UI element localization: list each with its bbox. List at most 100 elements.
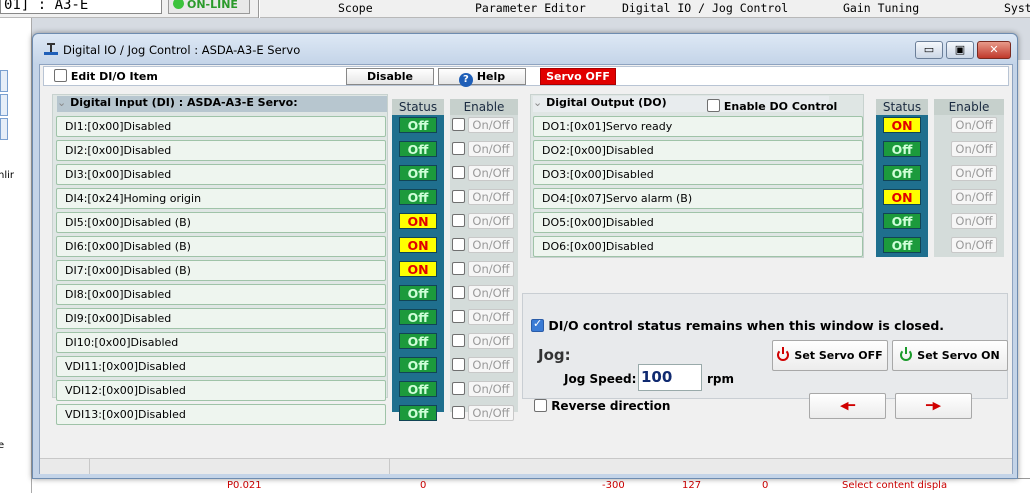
do-item-label: DO6:[0x00]Disabled xyxy=(533,236,863,257)
jog-forward-button[interactable]: ━▶ xyxy=(895,393,972,419)
tab-system[interactable]: Syst xyxy=(1004,1,1030,15)
di-status-led: Off xyxy=(399,189,437,205)
background-side-panel: nlir e xyxy=(0,18,32,493)
disable-button[interactable]: Disable xyxy=(346,68,434,85)
grid-cell: 127 xyxy=(682,480,702,491)
jog-reverse-button[interactable]: ◀━ xyxy=(809,393,886,419)
do-status-led: Off xyxy=(883,141,921,157)
di-status-header: Status xyxy=(392,99,444,115)
di-enable-toggle[interactable]: On/Off xyxy=(452,333,514,349)
collapse-icon[interactable]: ⌄ xyxy=(533,96,542,109)
di-item-label: DI3:[0x00]Disabled xyxy=(56,164,386,185)
checkbox-icon[interactable] xyxy=(452,334,465,347)
enable-do-control-checkbox[interactable]: Enable DO Control xyxy=(707,99,837,113)
on-off-button[interactable]: On/Off xyxy=(468,405,514,421)
do-status-led: Off xyxy=(883,213,921,229)
on-off-button[interactable]: On/Off xyxy=(951,213,997,229)
on-off-button[interactable]: On/Off xyxy=(468,165,514,181)
di-enable-toggle[interactable]: On/Off xyxy=(452,141,514,157)
di-enable-toggle[interactable]: On/Off xyxy=(452,285,514,301)
on-off-button[interactable]: On/Off xyxy=(468,285,514,301)
on-off-button[interactable]: On/Off xyxy=(468,141,514,157)
keep-status-checkbox[interactable]: DI/O control status remains when this wi… xyxy=(531,317,945,333)
di-item-label: DI5:[0x00]Disabled (B) xyxy=(56,212,386,233)
on-off-button[interactable]: On/Off xyxy=(468,237,514,253)
di-enable-toggle[interactable]: On/Off xyxy=(452,117,514,133)
do-enable-toggle[interactable]: On/Off xyxy=(948,189,997,205)
grid-cell: P0.021 xyxy=(227,480,262,491)
title-bar[interactable]: Digital IO / Jog Control : ASDA-A3-E Ser… xyxy=(33,34,1017,64)
di-item-label: DI9:[0x00]Disabled xyxy=(56,308,386,329)
collapse-icon[interactable]: ⌄ xyxy=(57,96,66,109)
checkbox-icon[interactable] xyxy=(452,382,465,395)
checkbox-icon[interactable] xyxy=(452,214,465,227)
di-enable-toggle[interactable]: On/Off xyxy=(452,405,514,421)
di-item-label: DI8:[0x00]Disabled xyxy=(56,284,386,305)
reverse-direction-checkbox[interactable]: Reverse direction xyxy=(534,399,670,413)
on-off-button[interactable]: On/Off xyxy=(468,213,514,229)
side-block xyxy=(0,94,8,116)
keep-status-label: DI/O control status remains when this wi… xyxy=(548,318,945,333)
set-servo-off-button[interactable]: Set Servo OFF xyxy=(772,340,888,371)
on-off-button[interactable]: On/Off xyxy=(951,237,997,253)
do-enable-toggle[interactable]: On/Off xyxy=(948,165,997,181)
di-enable-toggle[interactable]: On/Off xyxy=(452,165,514,181)
di-enable-toggle[interactable]: On/Off xyxy=(452,261,514,277)
checkbox-icon[interactable] xyxy=(452,238,465,251)
maximize-button[interactable]: ▣ xyxy=(946,41,974,59)
checkbox-icon[interactable] xyxy=(452,118,465,131)
di-item-label: DI7:[0x00]Disabled (B) xyxy=(56,260,386,281)
on-off-button[interactable]: On/Off xyxy=(951,117,997,133)
di-enable-toggle[interactable]: On/Off xyxy=(452,357,514,373)
do-enable-toggle[interactable]: On/Off xyxy=(948,237,997,253)
left-arrow-icon: ◀━ xyxy=(839,399,856,412)
di-enable-toggle[interactable]: On/Off xyxy=(452,381,514,397)
di-enable-toggle[interactable]: On/Off xyxy=(452,309,514,325)
di-status-led: Off xyxy=(399,357,437,373)
checkbox-icon xyxy=(707,99,720,112)
on-off-button[interactable]: On/Off xyxy=(468,261,514,277)
minimize-button[interactable]: ▭ xyxy=(915,41,943,59)
on-off-button[interactable]: On/Off xyxy=(951,189,997,205)
do-enable-toggle[interactable]: On/Off xyxy=(948,213,997,229)
di-status-led: ON xyxy=(399,213,437,229)
right-arrow-icon: ━▶ xyxy=(925,399,942,412)
do-enable-toggle[interactable]: On/Off xyxy=(948,141,997,157)
di-enable-toggle[interactable]: On/Off xyxy=(452,213,514,229)
checkbox-icon[interactable] xyxy=(452,310,465,323)
checkbox-icon xyxy=(531,317,544,332)
checkbox-icon[interactable] xyxy=(452,142,465,155)
tab-digital-io-jog[interactable]: Digital IO / Jog Control xyxy=(622,1,788,15)
checkbox-icon[interactable] xyxy=(452,166,465,179)
enable-do-control-label: Enable DO Control xyxy=(723,100,838,113)
checkbox-icon[interactable] xyxy=(452,190,465,203)
do-enable-toggle[interactable]: On/Off xyxy=(948,117,997,133)
on-off-button[interactable]: On/Off xyxy=(468,189,514,205)
close-button[interactable]: ✕ xyxy=(977,41,1011,59)
checkbox-icon[interactable] xyxy=(452,262,465,275)
jog-speed-input[interactable]: 100 xyxy=(638,364,702,391)
checkbox-icon[interactable] xyxy=(452,286,465,299)
on-off-button[interactable]: On/Off xyxy=(951,165,997,181)
set-servo-on-button[interactable]: Set Servo ON xyxy=(892,340,1008,371)
edit-dio-item-checkbox[interactable]: Edit DI/O Item xyxy=(54,69,158,83)
on-off-button[interactable]: On/Off xyxy=(468,309,514,325)
help-button[interactable]: ? Help xyxy=(438,68,526,87)
on-off-button[interactable]: On/Off xyxy=(468,357,514,373)
di-status-led: Off xyxy=(399,141,437,157)
tab-parameter-editor[interactable]: Parameter Editor xyxy=(475,1,586,15)
checkbox-icon[interactable] xyxy=(452,358,465,371)
on-off-button[interactable]: On/Off xyxy=(468,333,514,349)
on-off-button[interactable]: On/Off xyxy=(951,141,997,157)
do-enable-header: Enable xyxy=(934,99,1004,115)
checkbox-icon[interactable] xyxy=(452,406,465,419)
digital-io-jog-window: Digital IO / Jog Control : ASDA-A3-E Ser… xyxy=(32,33,1018,479)
help-label: Help xyxy=(476,70,506,83)
tab-gain-tuning[interactable]: Gain Tuning xyxy=(843,1,919,15)
di-enable-toggle[interactable]: On/Off xyxy=(452,189,514,205)
background-right-panel xyxy=(1017,60,1030,480)
on-off-button[interactable]: On/Off xyxy=(468,117,514,133)
di-enable-toggle[interactable]: On/Off xyxy=(452,237,514,253)
tab-scope[interactable]: Scope xyxy=(338,1,373,15)
on-off-button[interactable]: On/Off xyxy=(468,381,514,397)
